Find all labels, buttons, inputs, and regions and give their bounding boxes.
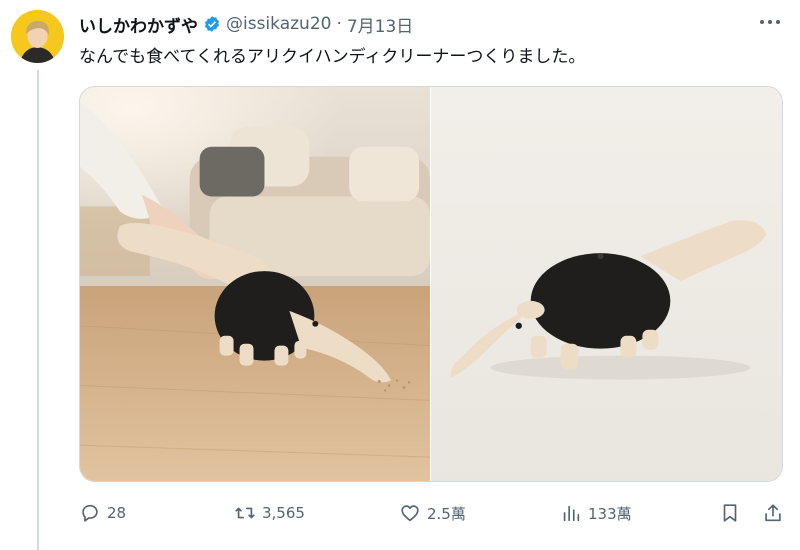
bookmark-icon xyxy=(723,504,737,522)
more-dot xyxy=(760,20,764,24)
reply-button[interactable]: 28 xyxy=(79,502,126,524)
heart-icon xyxy=(401,505,419,522)
media-grid xyxy=(79,86,783,482)
views-count: 133萬 xyxy=(588,504,632,523)
handle[interactable]: @issikazu20 xyxy=(226,14,331,34)
views-button[interactable]: 133萬 xyxy=(560,502,632,524)
reply-icon xyxy=(82,504,98,522)
anteater-vacuum-product-image xyxy=(431,87,782,481)
media-photo-2[interactable] xyxy=(431,87,782,481)
tweet-header: いしかわかずや @issikazu20 · 7月13日 xyxy=(79,12,780,37)
share-icon xyxy=(765,504,781,522)
anteater-vacuum-in-use-image xyxy=(80,87,430,481)
reply-count: 28 xyxy=(107,504,127,522)
share-button[interactable] xyxy=(762,502,784,524)
tweet-date[interactable]: 7月13日 xyxy=(347,12,413,37)
separator-dot: · xyxy=(336,14,342,34)
more-icon[interactable] xyxy=(756,12,784,32)
action-bar: 28 3,565 2.5萬 133萬 xyxy=(79,499,785,527)
more-dot xyxy=(768,20,772,24)
thread-line xyxy=(37,70,39,550)
like-button[interactable]: 2.5萬 xyxy=(399,502,466,524)
avatar[interactable] xyxy=(11,10,64,63)
like-count: 2.5萬 xyxy=(427,504,466,523)
media-photo-1[interactable] xyxy=(80,87,430,481)
bookmark-button[interactable] xyxy=(719,502,741,524)
views-icon xyxy=(563,505,580,522)
avatar-image xyxy=(11,10,64,63)
retweet-count: 3,565 xyxy=(262,504,305,522)
tweet-text: なんでも食べてくれるアリクイハンディクリーナーつくりました。 xyxy=(79,47,586,67)
retweet-icon xyxy=(235,507,255,519)
display-name[interactable]: いしかわかずや xyxy=(79,12,198,37)
more-dot xyxy=(776,20,780,24)
verified-badge-icon xyxy=(204,16,220,32)
retweet-button[interactable]: 3,565 xyxy=(234,502,305,524)
